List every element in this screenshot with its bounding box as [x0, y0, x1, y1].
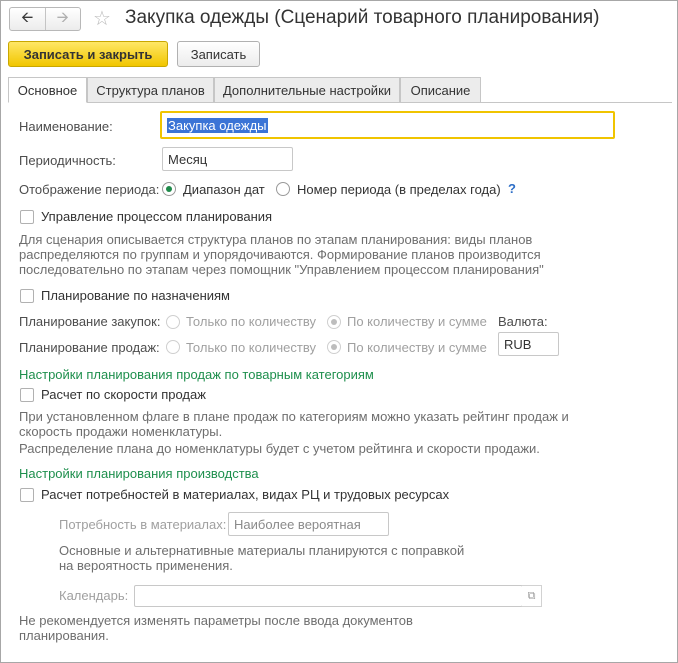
period-value: Месяц: [168, 151, 208, 167]
radio-date-range-label: Диапазон дат: [183, 182, 265, 197]
tab-description[interactable]: Описание: [400, 77, 481, 103]
currency-label: Валюта:: [498, 314, 548, 329]
sales-qty-only-label: Только по количеству: [186, 340, 316, 355]
help-icon[interactable]: ?: [508, 181, 516, 196]
name-input[interactable]: Закупка одежды: [160, 111, 615, 139]
materials-need-input[interactable]: Наиболее вероятная: [228, 512, 389, 536]
purchase-qty-only-label: Только по количеству: [186, 314, 316, 329]
process-mgmt-checkbox[interactable]: [20, 210, 34, 224]
arrow-right-icon[interactable]: 🡪: [46, 8, 81, 30]
period-label: Периодичность:: [19, 153, 116, 168]
materials-calc-checkbox[interactable]: [20, 488, 34, 502]
star-icon[interactable]: ☆: [93, 6, 111, 31]
sales-planning-label: Планирование продаж:: [19, 340, 160, 355]
period-display-label: Отображение периода:: [19, 182, 160, 197]
calendar-label: Календарь:: [59, 588, 129, 603]
process-mgmt-info: Для сценария описывается структура плано…: [19, 232, 544, 277]
sales-qty-sum-label: По количеству и сумме: [347, 340, 487, 355]
sales-speed-checkbox[interactable]: [20, 388, 34, 402]
production-section-title: Настройки планирования производства: [19, 466, 259, 481]
tab-plan-structure[interactable]: Структура планов: [87, 77, 214, 103]
sales-qty-sum-radio[interactable]: [327, 340, 341, 354]
by-assignment-checkbox[interactable]: [20, 289, 34, 303]
currency-value: RUB: [504, 336, 532, 352]
materials-calc-label: Расчет потребностей в материалах, видах …: [41, 487, 450, 502]
purchase-qty-sum-radio[interactable]: [327, 315, 341, 329]
final-note: Не рекомендуется изменять параметры посл…: [19, 613, 413, 643]
open-window-icon[interactable]: ⧉: [522, 585, 542, 607]
tab-additional-settings[interactable]: Дополнительные настройки: [214, 77, 400, 103]
save-button[interactable]: Записать: [177, 41, 260, 67]
process-mgmt-label: Управление процессом планирования: [41, 209, 273, 224]
radio-period-number-label: Номер периода (в пределах года): [297, 182, 501, 197]
arrow-left-icon[interactable]: 🡨: [10, 8, 46, 30]
sales-qty-only-radio[interactable]: [166, 340, 180, 354]
nav-buttons: 🡨 🡪: [9, 7, 81, 31]
sales-section-title: Настройки планирования продаж по товарны…: [19, 367, 374, 382]
purchase-planning-label: Планирование закупок:: [19, 314, 161, 329]
period-input[interactable]: Месяц: [162, 147, 293, 171]
sales-speed-info-2: Распределение плана до номенклатуры буде…: [19, 441, 540, 456]
save-and-close-button[interactable]: Записать и закрыть: [8, 41, 168, 67]
name-value: Закупка одежды: [167, 117, 268, 133]
materials-need-label: Потребность в материалах:: [59, 517, 227, 532]
materials-info: Основные и альтернативные материалы план…: [59, 543, 465, 573]
name-label: Наименование:: [19, 119, 113, 134]
sales-speed-info-1: При установленном флаге в плане продаж п…: [19, 409, 569, 439]
form-window: 🡨 🡪 ☆ Закупка одежды (Сценарий товарного…: [0, 0, 678, 663]
purchase-qty-only-radio[interactable]: [166, 315, 180, 329]
tab-main[interactable]: Основное: [8, 77, 87, 103]
materials-need-value: Наиболее вероятная: [234, 516, 361, 532]
sales-speed-label: Расчет по скорости продаж: [41, 387, 206, 402]
calendar-input[interactable]: [134, 585, 523, 607]
window-title: Закупка одежды (Сценарий товарного плани…: [125, 7, 600, 28]
radio-period-number[interactable]: [276, 182, 290, 196]
by-assignment-label: Планирование по назначениям: [41, 288, 230, 303]
radio-date-range[interactable]: [162, 182, 176, 196]
currency-input[interactable]: RUB: [498, 332, 559, 356]
purchase-qty-sum-label: По количеству и сумме: [347, 314, 487, 329]
